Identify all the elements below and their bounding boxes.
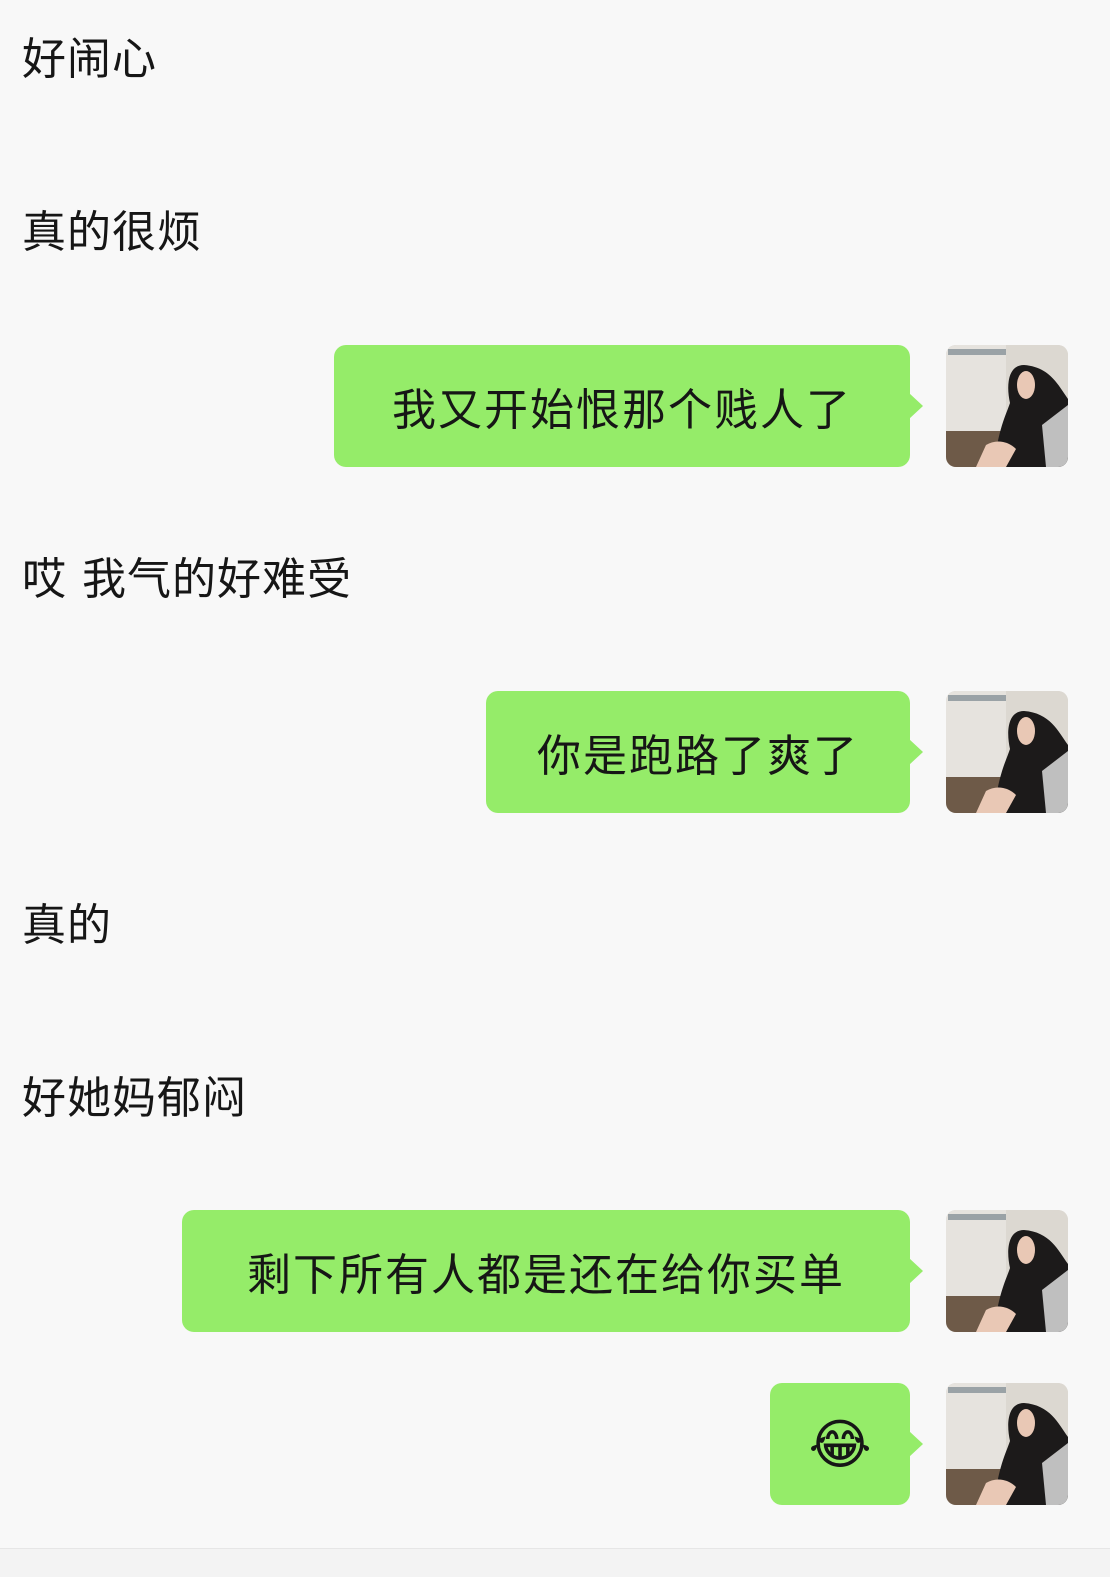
avatar[interactable]: [946, 1383, 1068, 1505]
bottom-divider: [0, 1548, 1110, 1577]
received-message-text[interactable]: 好闹心: [22, 38, 157, 82]
sent-message-text: 我又开始恨那个贱人了: [392, 385, 852, 436]
avatar[interactable]: [946, 1210, 1068, 1332]
sent-message-text: 你是跑路了爽了: [537, 731, 859, 782]
avatar-photo-icon: [946, 1210, 1068, 1332]
received-message-text[interactable]: 真的很烦: [22, 211, 202, 255]
sent-message-text: 剩下所有人都是还在给你买单: [247, 1250, 845, 1301]
sent-message-bubble[interactable]: 剩下所有人都是还在给你买单: [182, 1210, 923, 1332]
received-message-text[interactable]: 好她妈郁闷: [22, 1077, 247, 1121]
avatar-photo-icon: [946, 1383, 1068, 1505]
received-message-text[interactable]: 真的: [22, 904, 112, 948]
avatar[interactable]: [946, 691, 1068, 813]
chat-history[interactable]: 好闹心 真的很烦 我又开始恨那个贱人了 哎 我气的好难受 你是跑路了爽了 真的 …: [0, 0, 1110, 1577]
avatar-photo-icon: [946, 691, 1068, 813]
received-message-text[interactable]: 哎 我气的好难受: [22, 558, 352, 602]
sent-emoji-bubble[interactable]: 😂: [770, 1383, 923, 1505]
face-with-tears-of-joy-icon: 😂: [808, 1412, 872, 1476]
sent-message-bubble[interactable]: 你是跑路了爽了: [486, 691, 923, 813]
avatar-photo-icon: [946, 345, 1068, 467]
sent-message-bubble[interactable]: 我又开始恨那个贱人了: [334, 345, 923, 467]
avatar[interactable]: [946, 345, 1068, 467]
